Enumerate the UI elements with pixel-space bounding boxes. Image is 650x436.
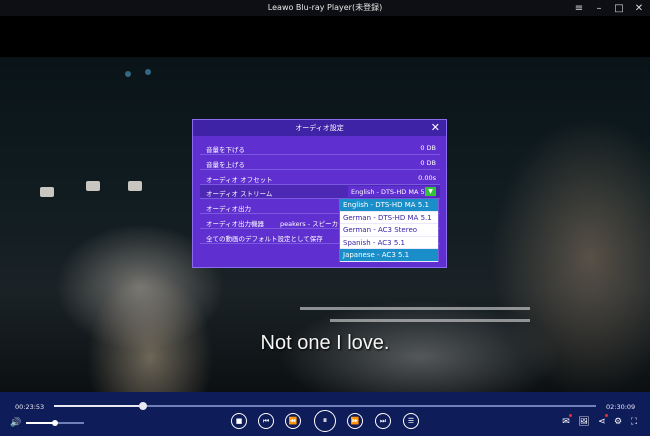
audio-stream-dropdown[interactable]: English - DTS-HD MA 5.1 German - DTS-HD … xyxy=(339,198,439,262)
audio-offset-value: 0.00s xyxy=(418,174,436,182)
lamp-light xyxy=(86,181,100,191)
settings-icon[interactable]: ⚙ xyxy=(612,416,624,428)
stream-option[interactable]: Spanish - AC3 5.1 xyxy=(340,237,438,249)
chevron-down-icon[interactable]: ▼ xyxy=(425,187,436,196)
volume-up-value: 0 DB xyxy=(420,159,436,167)
pause-button[interactable]: ⏸ xyxy=(314,410,336,432)
railing xyxy=(300,307,530,310)
previous-button[interactable]: ⏮ xyxy=(258,413,274,429)
control-bar: 00:23:53 02:30:09 🔊 ■ ⏮ ⏪ ⏸ ⏩ ⏭ ☰ ✉ 🖼 ⋖ … xyxy=(0,392,650,436)
volume-up-label: 音量を上げる xyxy=(206,161,245,169)
maximize-icon[interactable]: □ xyxy=(610,0,628,16)
progress-fill xyxy=(54,405,143,407)
save-default-label: 全ての動画のデフォルト設定として保存 xyxy=(206,235,323,243)
total-time: 02:30:09 xyxy=(606,403,636,411)
audio-offset-row[interactable]: オーディオ オフセット 0.00s xyxy=(200,171,440,185)
lamp-light xyxy=(128,181,142,191)
rewind-button[interactable]: ⏪ xyxy=(285,413,301,429)
audio-stream-row: オーディオ ストリーム English - DTS-HD MA 5.1 ▼ xyxy=(200,185,440,199)
volume-icon[interactable]: 🔊 xyxy=(10,418,21,428)
bokeh-light xyxy=(145,69,151,75)
dialog-title: オーディオ設定 xyxy=(295,124,344,132)
bokeh-light xyxy=(125,71,131,77)
fullscreen-icon[interactable]: ⛶ xyxy=(628,416,640,428)
audio-output-label: オーディオ出力 xyxy=(206,205,252,213)
share-icon[interactable]: ⋖ xyxy=(596,416,608,428)
stream-option[interactable]: German - AC3 Stereo xyxy=(340,224,438,237)
playlist-button[interactable]: ☰ xyxy=(403,413,419,429)
audio-stream-selected-value: English - DTS-HD MA 5.1 xyxy=(351,188,431,196)
stream-option[interactable]: English - DTS-HD MA 5.1 xyxy=(340,199,438,212)
next-button[interactable]: ⏭ xyxy=(375,413,391,429)
lamp-light xyxy=(40,187,54,197)
volume-down-row[interactable]: 音量を下げる 0 DB xyxy=(200,141,440,155)
audio-offset-label: オーディオ オフセット xyxy=(206,176,273,184)
window-title: Leawo Blu-ray Player(未登録) xyxy=(267,3,383,12)
subtitle-text: Not one I love. xyxy=(260,332,390,354)
hamburger-menu-icon[interactable]: ≡ xyxy=(570,0,588,16)
progress-handle[interactable] xyxy=(138,402,147,410)
dialog-header: オーディオ設定 ✕ xyxy=(193,120,446,136)
dialog-close-icon[interactable]: ✕ xyxy=(431,121,440,135)
forward-button[interactable]: ⏩ xyxy=(347,413,363,429)
audio-stream-label: オーディオ ストリーム xyxy=(206,190,273,198)
notification-dot xyxy=(605,414,608,417)
message-icon[interactable]: ✉ xyxy=(560,416,572,428)
current-time: 00:23:53 xyxy=(15,403,45,411)
close-icon[interactable]: ✕ xyxy=(630,0,648,16)
audio-stream-select[interactable]: English - DTS-HD MA 5.1 ▼ xyxy=(348,186,436,197)
volume-handle[interactable] xyxy=(52,420,58,426)
volume-down-label: 音量を下げる xyxy=(206,146,245,154)
notification-dot xyxy=(569,414,572,417)
volume-up-row[interactable]: 音量を上げる 0 DB xyxy=(200,156,440,170)
volume-fill xyxy=(26,422,55,424)
progress-bar[interactable] xyxy=(54,402,596,410)
railing xyxy=(330,319,530,322)
screenshot-icon[interactable]: 🖼 xyxy=(578,416,590,428)
title-bar: Leawo Blu-ray Player(未登録) ≡ – □ ✕ xyxy=(0,0,650,16)
stop-button[interactable]: ■ xyxy=(231,413,247,429)
minimize-icon[interactable]: – xyxy=(590,0,608,16)
volume-down-value: 0 DB xyxy=(420,144,436,152)
stream-option[interactable]: German - DTS-HD MA 5.1 xyxy=(340,212,438,224)
stream-option[interactable]: Japanese - AC3 5.1 xyxy=(340,249,438,262)
audio-device-label: オーディオ出力機器 xyxy=(206,220,265,228)
volume-slider[interactable] xyxy=(26,420,84,426)
